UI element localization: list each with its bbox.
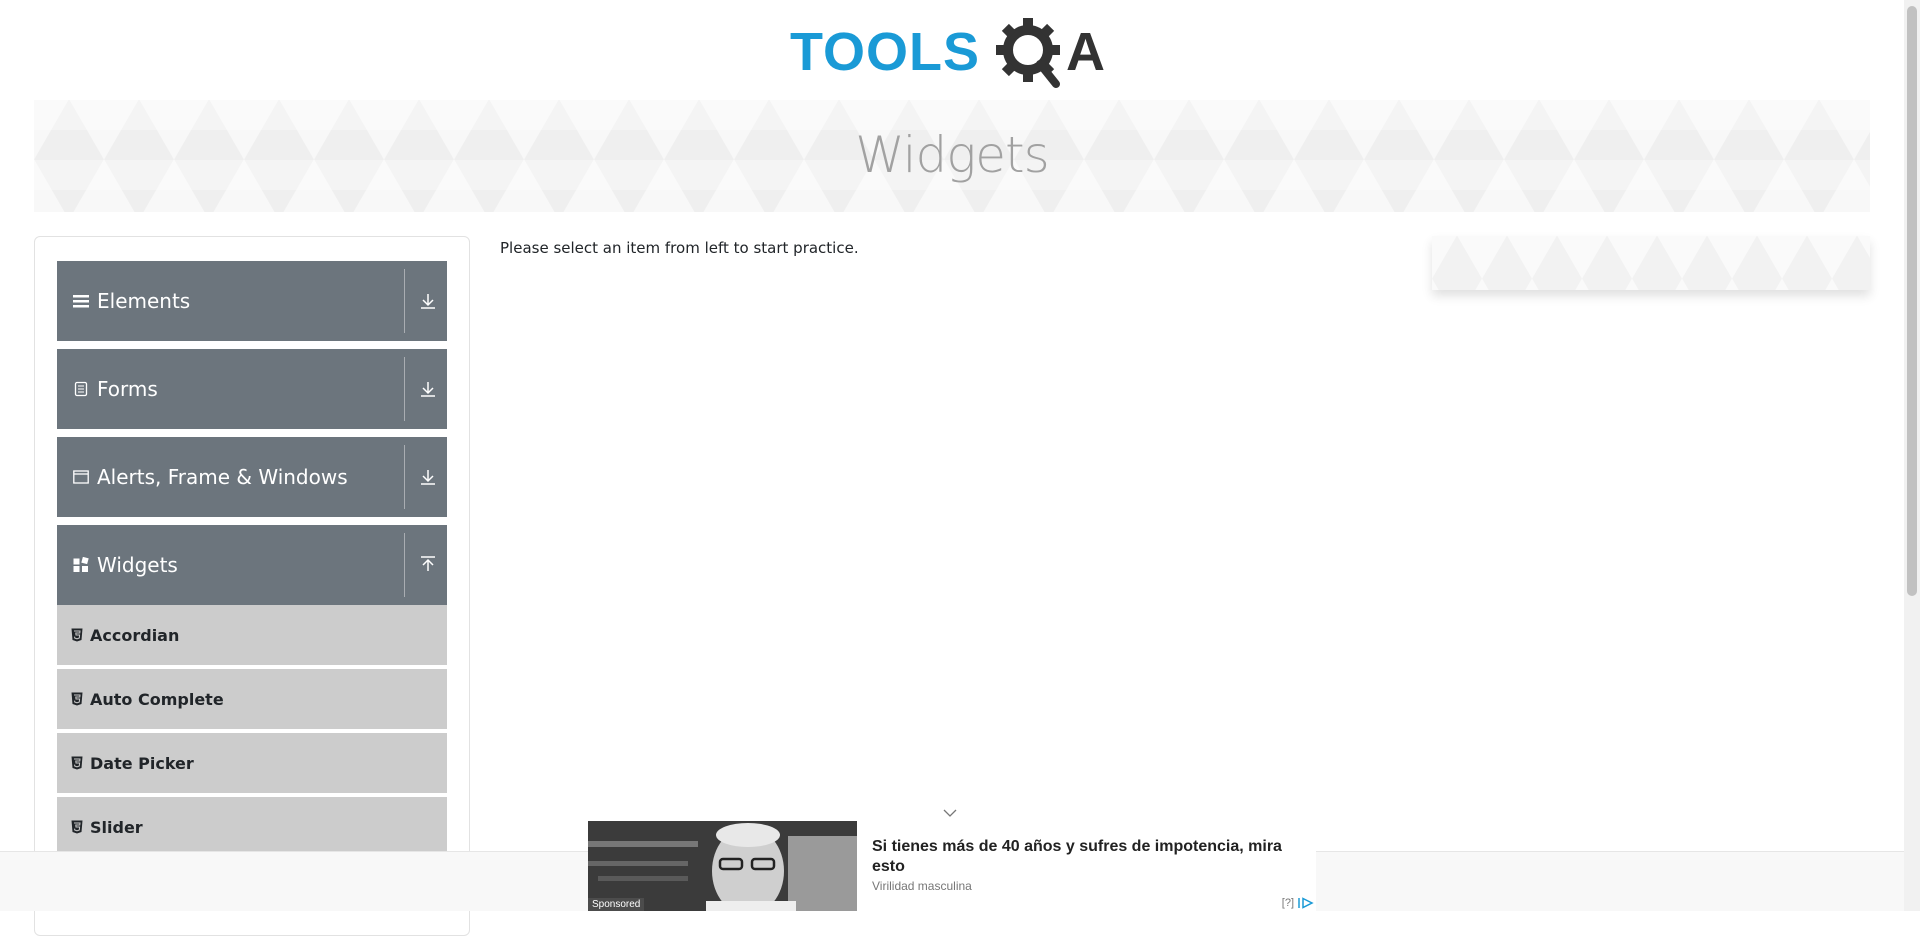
hamburger-icon (73, 295, 89, 308)
upload-arrow-icon[interactable] (418, 555, 438, 575)
ad-source[interactable]: Virilidad masculina (872, 879, 972, 893)
divider (404, 445, 405, 509)
page-banner: Widgets (34, 100, 1870, 212)
sidebar-item-auto-complete[interactable]: Auto Complete (57, 669, 447, 731)
right-ad-card (1432, 236, 1870, 290)
logo-text-tools: TOOLS (790, 22, 980, 82)
sidebar-item-label: Accordian (90, 626, 180, 645)
sidebar-group-alerts[interactable]: Alerts, Frame & Windows (57, 437, 447, 517)
scrollbar-thumb[interactable] (1907, 6, 1917, 596)
chevron-down-icon[interactable] (940, 806, 960, 820)
download-arrow-icon[interactable] (418, 379, 438, 399)
divider (404, 357, 405, 421)
sidebar-item-label: Date Picker (90, 754, 194, 773)
sidebar-item-slider[interactable]: Slider (57, 797, 447, 859)
sidebar-group-label: Forms (97, 377, 158, 401)
sidebar-group-label: Alerts, Frame & Windows (97, 465, 348, 489)
download-arrow-icon[interactable] (418, 291, 438, 311)
window-icon (73, 470, 89, 484)
ad-image[interactable]: Sponsored (588, 821, 857, 911)
practice-instructions: Please select an item from left to start… (500, 239, 859, 257)
sidebar-group-widgets[interactable]: Widgets (57, 525, 447, 605)
sidebar-item-accordian[interactable]: Accordian (57, 605, 447, 667)
sidebar-group-elements[interactable]: Elements (57, 261, 447, 341)
toolsqa-logo[interactable]: TOOLS A (790, 14, 1116, 90)
sidebar-item-label: Slider (90, 818, 143, 837)
sidebar-item-date-picker[interactable]: Date Picker (57, 733, 447, 795)
html5-icon (71, 820, 83, 834)
page-scrollbar[interactable] (1904, 0, 1920, 911)
adchoices-icon[interactable] (1298, 897, 1314, 909)
sidebar-group-label: Elements (97, 289, 191, 313)
ad-sponsored-label: Sponsored (588, 898, 645, 911)
divider (404, 269, 405, 333)
site-header: TOOLS A (0, 0, 1904, 100)
sponsored-ad[interactable]: Sponsored Si tienes más de 40 años y suf… (588, 821, 1316, 911)
sidebar-item-label: Auto Complete (90, 690, 224, 709)
sidebar-panel: Elements Forms Alerts, Frame & Windows W… (34, 236, 470, 936)
widgets-icon (73, 557, 89, 572)
download-arrow-icon[interactable] (418, 467, 438, 487)
html5-icon (71, 628, 83, 642)
ad-info-link[interactable]: [?] (1282, 897, 1294, 909)
sidebar-group-forms[interactable]: Forms (57, 349, 447, 429)
page-title: Widgets (855, 126, 1049, 184)
sidebar-group-label: Widgets (97, 553, 178, 577)
html5-icon (71, 692, 83, 706)
gear-icon (996, 18, 1060, 88)
document-icon (74, 381, 88, 397)
ad-headline[interactable]: Si tienes más de 40 años y sufres de imp… (872, 837, 1302, 877)
logo-text-a: A (1066, 22, 1105, 82)
html5-icon (71, 756, 83, 770)
divider (404, 533, 405, 597)
